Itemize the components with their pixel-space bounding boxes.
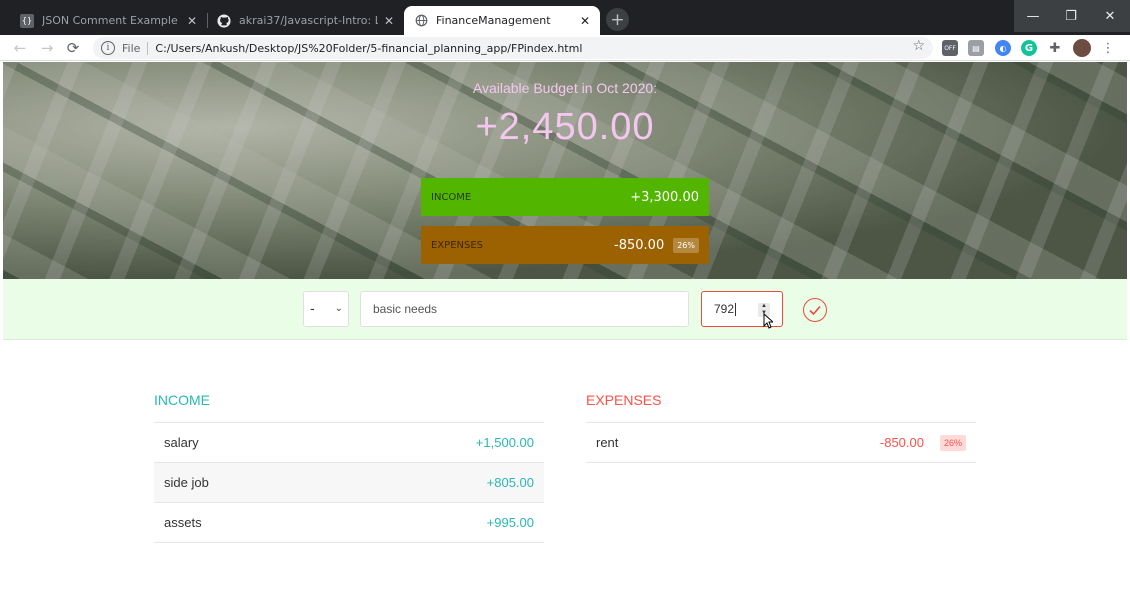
item-description: rent — [596, 435, 619, 450]
add-entry-button[interactable] — [803, 298, 827, 322]
description-input-value: basic needs — [373, 302, 438, 316]
minimize-button[interactable]: — — [1014, 0, 1052, 32]
divider — [147, 41, 149, 55]
tab-title: akrai37/Javascript-Intro: Learning — [239, 14, 378, 27]
avatar[interactable] — [1073, 39, 1091, 57]
tab-github[interactable]: akrai37/Javascript-Intro: Learning ✕ — [207, 6, 404, 35]
expenses-percentage-badge: 26% — [673, 237, 699, 253]
address-bar[interactable]: i File C:/Users/Ankush/Desktop/JS%20Fold… — [93, 37, 933, 59]
item-amount: +995.00 — [486, 515, 534, 530]
json-icon: {} — [20, 13, 34, 28]
tab-title: FinanceManagement — [436, 14, 551, 27]
bookmark-star-icon[interactable]: ☆ — [912, 38, 925, 54]
list-item[interactable]: rent -850.00 26% — [586, 423, 976, 463]
amount-input-value: 792 — [714, 302, 735, 316]
income-list-title: Income — [154, 392, 210, 408]
extensions-puzzle-icon[interactable]: ✚ — [1047, 40, 1063, 56]
browser-tab-strip: {} JSON Comment Example — Ho ✕ akrai37/J… — [0, 0, 1130, 35]
tab-json-comment[interactable]: {} JSON Comment Example — Ho ✕ — [10, 6, 207, 35]
new-tab-button[interactable]: + — [606, 8, 629, 31]
expenses-list: rent -850.00 26% — [586, 422, 976, 463]
item-description: assets — [164, 515, 202, 530]
budget-hero-banner: Available Budget in Oct 2020: +2,450.00 … — [3, 62, 1127, 279]
reload-button[interactable]: ⟳ — [63, 38, 83, 58]
text-caret — [735, 302, 737, 316]
checkmark-icon — [809, 305, 821, 316]
type-select-value: - — [310, 301, 315, 317]
grammarly-icon[interactable]: G — [1021, 40, 1037, 56]
extension-chrome-icon[interactable]: ◐ — [995, 40, 1011, 56]
income-summary-label: Income — [431, 191, 472, 203]
expenses-summary-label: Expenses — [431, 239, 484, 251]
close-icon[interactable]: ✕ — [187, 14, 197, 28]
item-amount: -850.00 — [879, 435, 924, 450]
item-percentage-badge: 26% — [939, 434, 966, 451]
item-description: salary — [164, 435, 199, 450]
file-label: File — [122, 41, 141, 55]
close-icon[interactable]: ✕ — [580, 14, 590, 28]
browser-toolbar: ← → ⟳ i File C:/Users/Ankush/Desktop/JS%… — [0, 35, 1130, 61]
extension-off-icon[interactable]: OFF — [942, 40, 958, 56]
description-input[interactable]: basic needs — [360, 291, 689, 327]
restore-button[interactable]: ❐ — [1052, 0, 1090, 32]
tab-finance-management[interactable]: FinanceManagement ✕ — [404, 6, 600, 35]
income-list: salary +1,500.00 side job +805.00 assets… — [154, 422, 544, 543]
github-icon — [217, 13, 231, 28]
forward-button[interactable]: → — [37, 38, 57, 58]
list-item[interactable]: assets +995.00 — [154, 503, 544, 543]
item-amount: +805.00 — [486, 475, 534, 490]
extension-copy-icon[interactable]: ▤ — [968, 40, 984, 56]
page-viewport: Available Budget in Oct 2020: +2,450.00 … — [3, 62, 1127, 606]
menu-kebab-icon[interactable]: ⋮ — [1100, 40, 1116, 56]
mouse-pointer-icon — [763, 313, 773, 329]
budget-value: +2,450.00 — [475, 106, 655, 148]
budget-title: Available Budget in Oct 2020: — [472, 80, 658, 96]
url-text[interactable]: C:/Users/Ankush/Desktop/JS%20Folder/5-fi… — [155, 42, 582, 55]
info-icon[interactable]: i — [101, 41, 115, 55]
item-amount: +1,500.00 — [475, 435, 534, 450]
chevron-down-icon: ⌄ — [334, 303, 343, 314]
list-item[interactable]: salary +1,500.00 — [154, 423, 544, 463]
globe-icon — [414, 14, 428, 28]
expenses-summary: Expenses -850.00 26% — [421, 226, 709, 264]
close-icon[interactable]: ✕ — [384, 14, 394, 28]
tab-title: JSON Comment Example — Ho — [42, 14, 181, 27]
income-summary: Income +3,300.00 — [421, 178, 709, 216]
item-description: side job — [164, 475, 209, 490]
expenses-summary-value: -850.00 — [614, 237, 665, 253]
expenses-list-title: Expenses — [586, 392, 662, 408]
income-summary-value: +3,300.00 — [630, 189, 699, 205]
type-select[interactable]: - ⌄ — [303, 291, 349, 327]
add-entry-bar: - ⌄ basic needs 792 ▲ ▼ — [3, 279, 1127, 340]
back-button[interactable]: ← — [10, 38, 30, 58]
close-window-button[interactable]: ✕ — [1090, 0, 1130, 32]
list-item[interactable]: side job +805.00 — [154, 463, 544, 503]
